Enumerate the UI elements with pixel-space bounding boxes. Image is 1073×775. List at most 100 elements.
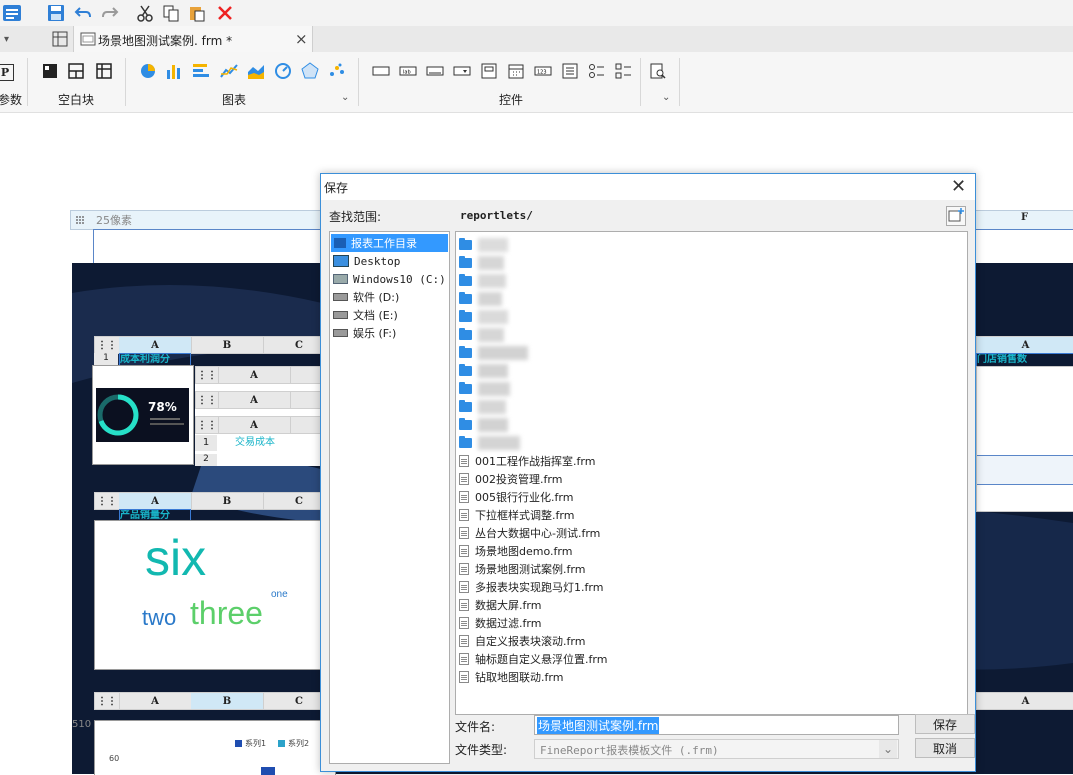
column-header-a[interactable]: A	[218, 417, 291, 433]
location-desktop[interactable]: Desktop	[331, 252, 448, 270]
drag-handle-icon[interactable]	[75, 214, 85, 224]
folder-row[interactable]	[459, 272, 506, 290]
absolute-layout-icon[interactable]	[41, 62, 59, 80]
undo-icon[interactable]	[73, 3, 93, 23]
delete-icon[interactable]	[215, 3, 235, 23]
folder-row[interactable]	[459, 326, 504, 344]
drag-handle-icon[interactable]: ⋮⋮	[95, 693, 120, 709]
gauge-chart-icon[interactable]	[274, 62, 292, 80]
label-widget-icon[interactable]: lab	[399, 62, 417, 80]
column-header-a[interactable]: A	[977, 693, 1073, 709]
save-icon[interactable]	[46, 3, 66, 23]
file-row[interactable]: 下拉框样式调整.frm	[459, 506, 574, 524]
new-folder-icon[interactable]	[946, 206, 966, 226]
scatter-chart-icon[interactable]	[328, 62, 346, 80]
line-chart-icon[interactable]	[220, 62, 238, 80]
date-widget-icon[interactable]	[507, 62, 525, 80]
cell-store-sales[interactable]: 门店销售数	[976, 353, 1073, 367]
filetype-select[interactable]: FineReport报表模板文件 (.frm) ⌄	[534, 739, 899, 759]
chevron-down-icon[interactable]: ⌄	[341, 92, 349, 103]
chevron-down-icon[interactable]: ▾	[4, 34, 9, 45]
row-header-2[interactable]: 2	[195, 454, 217, 466]
column-header-a[interactable]: A	[119, 693, 192, 709]
app-menu-icon[interactable]	[0, 2, 24, 24]
area-chart-icon[interactable]	[247, 62, 265, 80]
close-icon[interactable]: ✕	[951, 176, 966, 197]
file-row[interactable]: 002投资管理.frm	[459, 470, 562, 488]
table-layout-icon[interactable]	[95, 62, 113, 80]
gauge-panel[interactable]: 78%	[92, 365, 194, 465]
folder-row[interactable]	[459, 362, 508, 380]
parameter-icon[interactable]: P	[0, 64, 14, 81]
column-header-a[interactable]: A	[119, 493, 192, 509]
file-row[interactable]: 场景地图demo.frm	[459, 542, 572, 560]
folder-row[interactable]	[459, 416, 508, 434]
drag-handle-icon[interactable]: ⋮⋮	[196, 417, 219, 433]
list-widget-icon[interactable]	[561, 62, 579, 80]
location-drive-e[interactable]: 文档 (E:)	[331, 306, 448, 324]
folder-row[interactable]	[459, 398, 506, 416]
chevron-down-icon[interactable]: ⌄	[662, 92, 670, 103]
text-widget-icon[interactable]	[426, 62, 444, 80]
column-header-b[interactable]: B	[191, 693, 264, 709]
drag-handle-icon[interactable]: ⋮⋮	[196, 367, 219, 383]
file-row[interactable]: 005银行行业化.frm	[459, 488, 573, 506]
pie-chart-icon[interactable]	[139, 62, 157, 80]
folder-row[interactable]	[459, 290, 502, 308]
folder-row[interactable]	[459, 380, 510, 398]
checkbox-group-widget-icon[interactable]	[615, 62, 633, 80]
folder-row[interactable]	[459, 236, 508, 254]
file-row[interactable]: 多报表块实现跑马灯1.frm	[459, 578, 603, 596]
radio-group-widget-icon[interactable]	[588, 62, 606, 80]
cut-icon[interactable]	[135, 3, 155, 23]
file-row[interactable]: 钻取地图联动.frm	[459, 668, 563, 686]
file-row[interactable]: 001工程作战指挥室.frm	[459, 452, 595, 470]
number-widget-icon[interactable]: 123	[534, 62, 552, 80]
drag-handle-icon[interactable]: ⋮⋮	[95, 337, 120, 353]
grid-icon[interactable]	[52, 31, 68, 50]
bar-chart-panel[interactable]: 系列1 系列2 60	[94, 720, 336, 775]
column-header-a[interactable]: A	[218, 367, 291, 383]
column-header-b[interactable]: B	[191, 493, 264, 509]
cancel-button[interactable]: 取消	[915, 738, 975, 758]
file-row[interactable]: 丛台大数据中心-测试.frm	[459, 524, 600, 542]
copy-icon[interactable]	[161, 3, 181, 23]
file-row[interactable]: 自定义报表块滚动.frm	[459, 632, 585, 650]
bar-chart-icon[interactable]	[165, 62, 183, 80]
column-header-a[interactable]: A	[218, 392, 291, 408]
drag-handle-icon[interactable]: ⋮⋮	[95, 493, 120, 509]
folder-row[interactable]	[459, 308, 508, 326]
file-row[interactable]: 轴标题自定义悬浮位置.frm	[459, 650, 607, 668]
cell-trade-cost[interactable]: 交易成本	[219, 435, 291, 451]
column-header-a[interactable]: A	[119, 337, 192, 353]
file-row[interactable]: 数据过滤.frm	[459, 614, 541, 632]
row-header-1[interactable]: 1	[195, 435, 217, 451]
location-report-dir[interactable]: 报表工作目录	[331, 234, 448, 252]
file-row[interactable]: 场景地图测试案例.frm	[459, 560, 585, 578]
redo-icon[interactable]	[100, 3, 120, 23]
drag-handle-icon[interactable]: ⋮⋮	[196, 392, 219, 408]
tab-document[interactable]: 场景地图测试案例. frm * ×	[73, 26, 313, 52]
save-button[interactable]: 保存	[915, 714, 975, 734]
filename-input[interactable]: 场景地图测试案例.frm	[534, 715, 899, 735]
radar-chart-icon[interactable]	[301, 62, 319, 80]
textarea-widget-icon[interactable]	[480, 62, 498, 80]
button-widget-icon[interactable]	[372, 62, 390, 80]
horizontal-bar-icon[interactable]	[192, 62, 210, 80]
paste-icon[interactable]	[187, 3, 207, 23]
search-widget-icon[interactable]	[649, 62, 667, 80]
wordcloud-panel[interactable]: six two three one	[94, 520, 336, 670]
location-drive-d[interactable]: 软件 (D:)	[331, 288, 448, 306]
row-header-1[interactable]: 1	[94, 353, 118, 365]
folder-row[interactable]	[459, 344, 528, 362]
folder-row[interactable]	[459, 254, 504, 272]
column-header-a[interactable]: A	[977, 337, 1073, 353]
split-layout-icon[interactable]	[67, 62, 85, 80]
folder-row[interactable]	[459, 434, 520, 452]
right-panel[interactable]	[976, 366, 1073, 512]
location-drive-c[interactable]: Windows10 (C:)	[331, 270, 448, 288]
combobox-widget-icon[interactable]	[453, 62, 471, 80]
close-icon[interactable]: ×	[295, 30, 308, 48]
location-drive-f[interactable]: 娱乐 (F:)	[331, 324, 448, 342]
file-row[interactable]: 数据大屏.frm	[459, 596, 541, 614]
